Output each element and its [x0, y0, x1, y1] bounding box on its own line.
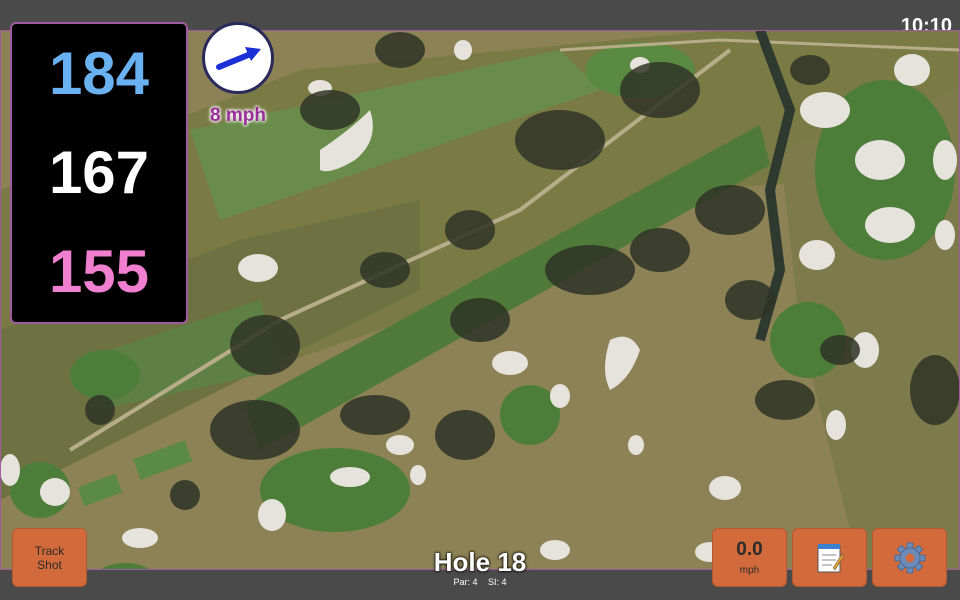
notes-button[interactable] [792, 528, 867, 587]
front-yardage: 155 [48, 238, 150, 306]
track-shot-label-line1: Track [34, 543, 65, 558]
speed-unit: mph [739, 565, 760, 576]
hole-par: Par: 4 [453, 577, 478, 587]
settings-button[interactable] [872, 528, 947, 587]
wind-indicator [202, 22, 274, 94]
hole-info: Par: 4 SI: 4 [380, 577, 580, 587]
track-shot-button[interactable]: Track Shot [12, 528, 87, 587]
speed-button[interactable]: 0.0 mph [712, 528, 787, 587]
back-yardage: 184 [48, 39, 150, 107]
hole-title: Hole 18 [433, 547, 527, 577]
hole-stroke-index: SI: 4 [488, 577, 507, 587]
notepad-icon [817, 543, 844, 572]
gear-icon [894, 542, 925, 573]
speed-value: 0.0 [736, 539, 763, 560]
yardage-panel: 184 167 155 [10, 22, 188, 324]
track-shot-label-line2: Shot [37, 557, 62, 572]
wind-direction-arrow-icon [216, 47, 261, 70]
wind-speed-label: 8 mph [210, 105, 266, 126]
center-yardage: 167 [48, 138, 150, 206]
